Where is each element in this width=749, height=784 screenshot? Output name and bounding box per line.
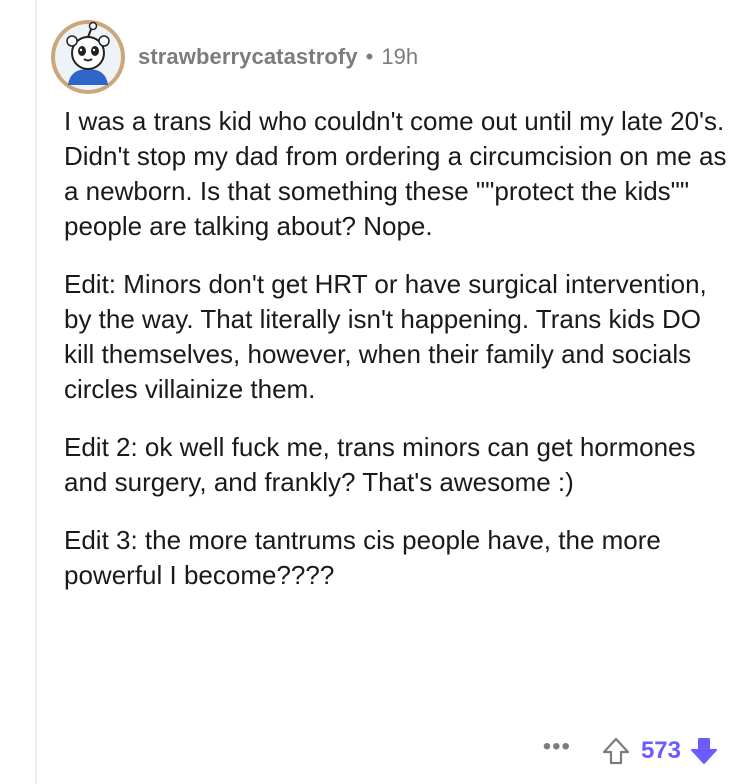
upvote-arrow-icon[interactable] [601, 736, 631, 766]
comment: strawberrycatastrofy • 19h I was a trans… [0, 0, 749, 784]
comment-paragraph: Edit 3: the more tantrums cis people hav… [64, 525, 661, 590]
comment-header: strawberrycatastrofy • 19h [50, 12, 418, 102]
more-options-button[interactable]: ••• [543, 735, 571, 767]
comment-paragraph: I was a trans kid who couldn't come out … [64, 106, 727, 241]
comment-paragraph: Edit 2: ok well fuck me, trans minors ca… [64, 432, 696, 497]
comment-paragraph: Edit: Minors don't get HRT or have surgi… [64, 269, 707, 404]
author-name[interactable]: strawberrycatastrofy [138, 44, 358, 70]
comment-actions: ••• 573 [543, 733, 719, 769]
downvote-arrow-icon[interactable] [689, 736, 719, 766]
snoo-avatar-icon[interactable] [50, 19, 126, 95]
comment-timestamp: 19h [381, 44, 419, 69]
vote-score: 573 [640, 737, 681, 764]
meta-separator: • [365, 44, 374, 69]
comment-body: I was a trans kid who couldn't come out … [64, 104, 734, 616]
